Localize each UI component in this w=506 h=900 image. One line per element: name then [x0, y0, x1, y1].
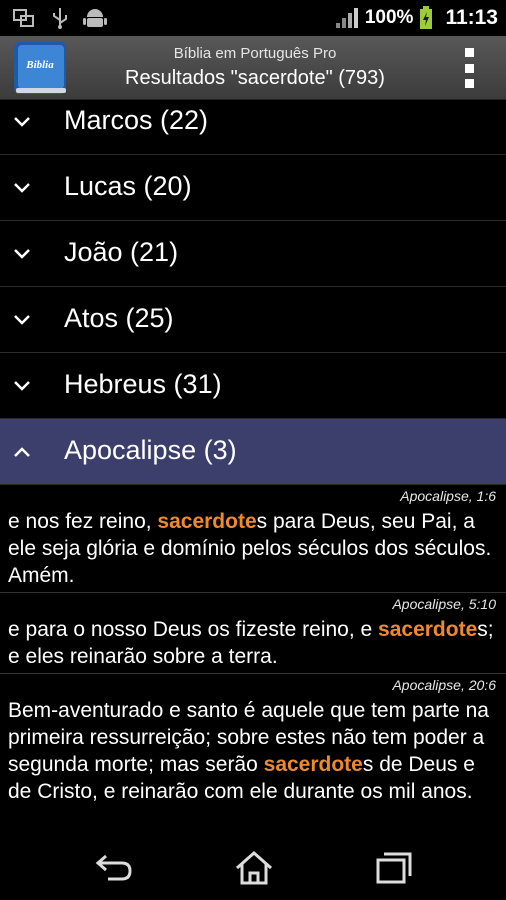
overflow-menu-button[interactable]	[462, 48, 476, 88]
group-label: Lucas (20)	[64, 171, 192, 201]
clock: 11:13	[445, 6, 498, 29]
verse-reference: Apocalipse, 5:10	[392, 596, 496, 612]
menu-dot	[464, 79, 474, 88]
group-label: Hebreus (31)	[64, 369, 222, 399]
app-subtitle: Bíblia em Português Pro	[173, 45, 337, 62]
battery-percent: 100%	[364, 7, 414, 28]
chevron-up-icon	[14, 447, 30, 457]
status-bar: 100% 11:13	[0, 0, 506, 36]
search-match: sacerdote	[157, 510, 257, 533]
verse-item[interactable]: Apocalipse, 1:6 e nos fez reino, sacerdo…	[0, 485, 506, 593]
verse-item[interactable]: Apocalipse, 5:10 e para o nosso Deus os …	[0, 593, 506, 674]
chevron-down-icon	[14, 117, 30, 127]
group-row-lucas[interactable]: Lucas (20)	[0, 155, 506, 221]
page-title: Resultados "sacerdote" (793)	[125, 67, 385, 89]
verse-reference: Apocalipse, 1:6	[400, 488, 496, 504]
screenshot-icon	[13, 9, 34, 27]
search-match: sacerdote	[263, 753, 363, 776]
search-match: sacerdote	[378, 618, 478, 641]
verse-text: e para o nosso Deus os fizeste reino, e …	[8, 618, 494, 668]
chevron-down-icon	[14, 183, 30, 193]
bible-book-icon: Biblia	[14, 42, 66, 94]
group-row-joao[interactable]: João (21)	[0, 221, 506, 287]
group-row-apocalipse[interactable]: Apocalipse (3)	[0, 419, 506, 485]
group-label: Marcos (22)	[64, 105, 209, 135]
app-icon[interactable]: Biblia	[10, 40, 70, 96]
recent-apps-icon[interactable]	[372, 850, 416, 886]
battery-charging-icon	[420, 6, 433, 29]
chevron-down-icon	[14, 249, 30, 259]
signal-icon	[335, 8, 358, 28]
usb-icon	[53, 8, 67, 29]
verse-text: Bem-aventurado e santo é aquele que tem …	[8, 699, 489, 803]
group-row-marcos[interactable]: Marcos (22)	[0, 89, 506, 155]
navigation-bar	[0, 836, 506, 900]
android-debug-icon	[83, 9, 107, 27]
verse-text: e nos fez reino, sacerdotes para Deus, s…	[8, 510, 492, 587]
verse-reference: Apocalipse, 20:6	[392, 677, 496, 693]
group-label: Atos (25)	[64, 303, 174, 333]
menu-dot	[464, 63, 474, 73]
group-label: Apocalipse (3)	[64, 435, 237, 465]
group-label: João (21)	[64, 237, 179, 267]
group-row-hebreus[interactable]: Hebreus (31)	[0, 353, 506, 419]
group-row-atos[interactable]: Atos (25)	[0, 287, 506, 353]
app-icon-text: Biblia	[25, 59, 54, 71]
verse-item[interactable]: Apocalipse, 20:6 Bem-aventurado e santo …	[0, 674, 506, 836]
chevron-down-icon	[14, 381, 30, 391]
home-icon[interactable]	[232, 850, 276, 886]
chevron-down-icon	[14, 315, 30, 325]
menu-dot	[464, 48, 474, 57]
back-icon[interactable]	[92, 850, 136, 886]
